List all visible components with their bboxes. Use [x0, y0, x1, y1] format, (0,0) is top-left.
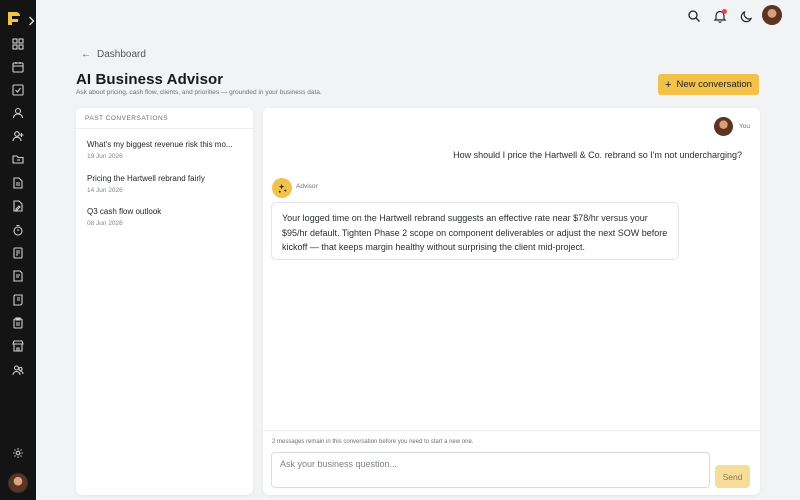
new-conversation-label: New conversation [676, 79, 752, 90]
arrow-left-icon: ← [81, 49, 91, 60]
sparkle-icon [272, 178, 292, 198]
divider [263, 430, 760, 431]
messages-remaining-note: 2 messages remain in this conversation b… [272, 439, 474, 445]
note-icon[interactable] [12, 270, 24, 282]
tasks-icon[interactable] [12, 84, 24, 96]
scroll-icon[interactable] [12, 294, 24, 306]
app-logo-icon[interactable] [6, 10, 22, 26]
conversation-item[interactable]: Pricing the Hartwell rebrand fairly 14 J… [87, 174, 247, 194]
search-icon[interactable] [687, 9, 701, 23]
chat-panel: You How should I price the Hartwell & Co… [263, 108, 760, 495]
notification-dot [722, 9, 727, 14]
divider [76, 128, 253, 129]
calendar-icon[interactable] [12, 61, 24, 73]
gear-icon[interactable] [12, 447, 24, 459]
conversation-date: 08 Jun 2026 [87, 220, 123, 227]
breadcrumb-label: Dashboard [97, 49, 146, 60]
conversation-date: 19 Jun 2026 [87, 153, 123, 160]
user-message: How should I price the Hartwell & Co. re… [453, 150, 742, 160]
sidebar-rail [0, 0, 36, 500]
breadcrumb[interactable]: ← Dashboard [81, 49, 146, 60]
user-icon[interactable] [12, 107, 24, 119]
page-title: AI Business Advisor [76, 71, 224, 88]
past-conversations-heading: PAST CONVERSATIONS [85, 115, 169, 122]
clipboard-icon[interactable] [12, 317, 24, 329]
advisor-message: Your logged time on the Hartwell rebrand… [271, 202, 679, 260]
dashboard-icon[interactable] [12, 38, 24, 50]
user-label: You [739, 123, 750, 130]
timer-icon[interactable] [12, 224, 24, 236]
conversation-item[interactable]: Q3 cash flow outlook 08 Jun 2026 [87, 207, 247, 227]
avatar[interactable] [762, 5, 782, 25]
conversation-title: Q3 cash flow outlook [87, 207, 162, 216]
invoice-icon[interactable] [12, 247, 24, 259]
avatar [714, 117, 733, 136]
add-user-icon[interactable] [12, 130, 24, 142]
past-conversations-panel: PAST CONVERSATIONS What's my biggest rev… [76, 108, 253, 495]
moon-icon[interactable] [740, 9, 754, 23]
page-subtitle: Ask about pricing, cash flow, clients, a… [76, 89, 322, 96]
store-icon[interactable] [12, 340, 24, 352]
expand-sidebar-icon[interactable] [28, 13, 35, 26]
document-icon[interactable] [12, 177, 24, 189]
file-edit-icon[interactable] [12, 200, 24, 212]
conversation-date: 14 Jun 2026 [87, 187, 123, 194]
avatar[interactable] [8, 473, 28, 493]
advisor-label: Advisor [296, 183, 318, 190]
team-icon[interactable] [12, 364, 24, 376]
plus-icon: + [665, 78, 672, 91]
new-conversation-button[interactable]: + New conversation [658, 74, 759, 95]
conversation-item[interactable]: What's my biggest revenue risk this mo..… [87, 140, 247, 160]
question-input[interactable] [271, 452, 710, 488]
conversation-title: What's my biggest revenue risk this mo..… [87, 140, 233, 149]
folder-icon[interactable] [12, 153, 24, 165]
send-button[interactable]: Send [715, 465, 750, 488]
conversation-title: Pricing the Hartwell rebrand fairly [87, 174, 205, 183]
